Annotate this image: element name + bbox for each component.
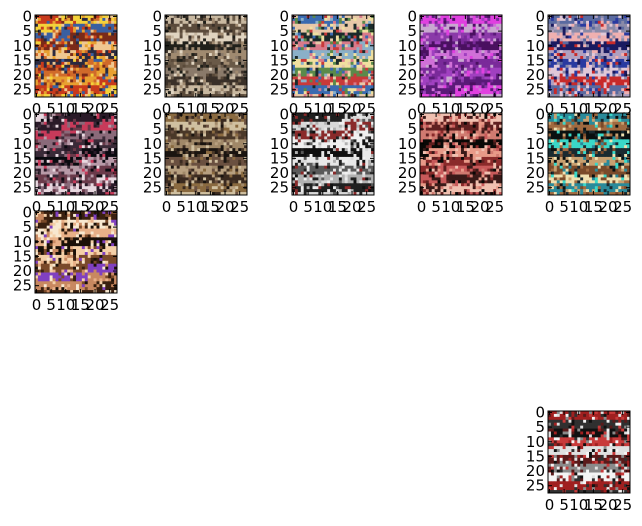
x-tick-label: 5 [303, 198, 313, 216]
thumbnail-8 [292, 113, 375, 196]
x-tick-label: 5 [559, 198, 569, 216]
x-tick-label: 25 [613, 496, 632, 514]
thumbnail-11 [35, 211, 118, 294]
x-tick-label: 5 [176, 198, 186, 216]
y-tick-label: 25 [13, 179, 32, 197]
panel-7: 05101520250 5 10152025 [143, 105, 249, 216]
y-tick-label: 25 [398, 179, 417, 197]
x-tick-label: 0 [162, 198, 172, 216]
y-tick-label: 25 [143, 81, 162, 99]
thumbnail-1 [35, 15, 118, 98]
x-tick-label: 0 [545, 496, 555, 514]
y-tick-label: 25 [270, 179, 289, 197]
panel-5: 05101520250 5 10152025 [526, 7, 632, 118]
y-tick-label: 25 [270, 81, 289, 99]
y-tick-label: 25 [526, 477, 545, 495]
panel-6: 05101520250 5 10152025 [13, 105, 119, 216]
panel-2: 05101520250 5 10152025 [143, 7, 249, 118]
y-tick-label: 25 [526, 81, 545, 99]
thumbnail-3 [292, 15, 375, 98]
y-tick-label: 25 [13, 81, 32, 99]
thumbnail-10 [548, 113, 631, 196]
x-tick-label: 25 [485, 198, 504, 216]
thumbnail-12 [548, 411, 631, 494]
panel-12: 05101520250 5 10152025 [526, 403, 632, 514]
x-tick-label: 25 [613, 198, 632, 216]
thumbnail-grid-figure: 05101520250 5 1015202505101520250 5 10152025… [13, 7, 632, 514]
x-tick-label: 5 [46, 296, 56, 314]
thumbnail-6 [35, 113, 118, 196]
y-tick-label: 25 [526, 179, 545, 197]
x-tick-label: 0 [545, 198, 555, 216]
x-tick-label: 0 [32, 296, 42, 314]
panel-9: 05101520250 5 10152025 [398, 105, 504, 216]
x-tick-label: 25 [100, 296, 119, 314]
panel-4: 05101520250 5 10152025 [398, 7, 504, 118]
y-tick-label: 25 [143, 179, 162, 197]
panel-3: 05101520250 5 10152025 [270, 7, 376, 118]
x-tick-label: 25 [230, 198, 249, 216]
thumbnail-4 [420, 15, 503, 98]
x-tick-label: 0 [417, 198, 427, 216]
panel-1: 05101520250 5 10152025 [13, 7, 119, 118]
x-tick-label: 5 [559, 496, 569, 514]
panel-11: 05101520250 5 10152025 [13, 203, 119, 314]
thumbnail-7 [165, 113, 248, 196]
x-tick-label: 0 [289, 198, 299, 216]
y-tick-label: 25 [13, 277, 32, 295]
x-tick-label: 25 [357, 198, 376, 216]
panel-8: 05101520250 5 10152025 [270, 105, 376, 216]
thumbnail-2 [165, 15, 248, 98]
thumbnail-5 [548, 15, 631, 98]
x-tick-label: 5 [431, 198, 441, 216]
y-tick-label: 25 [398, 81, 417, 99]
thumbnail-9 [420, 113, 503, 196]
panel-10: 05101520250 5 10152025 [526, 105, 632, 216]
